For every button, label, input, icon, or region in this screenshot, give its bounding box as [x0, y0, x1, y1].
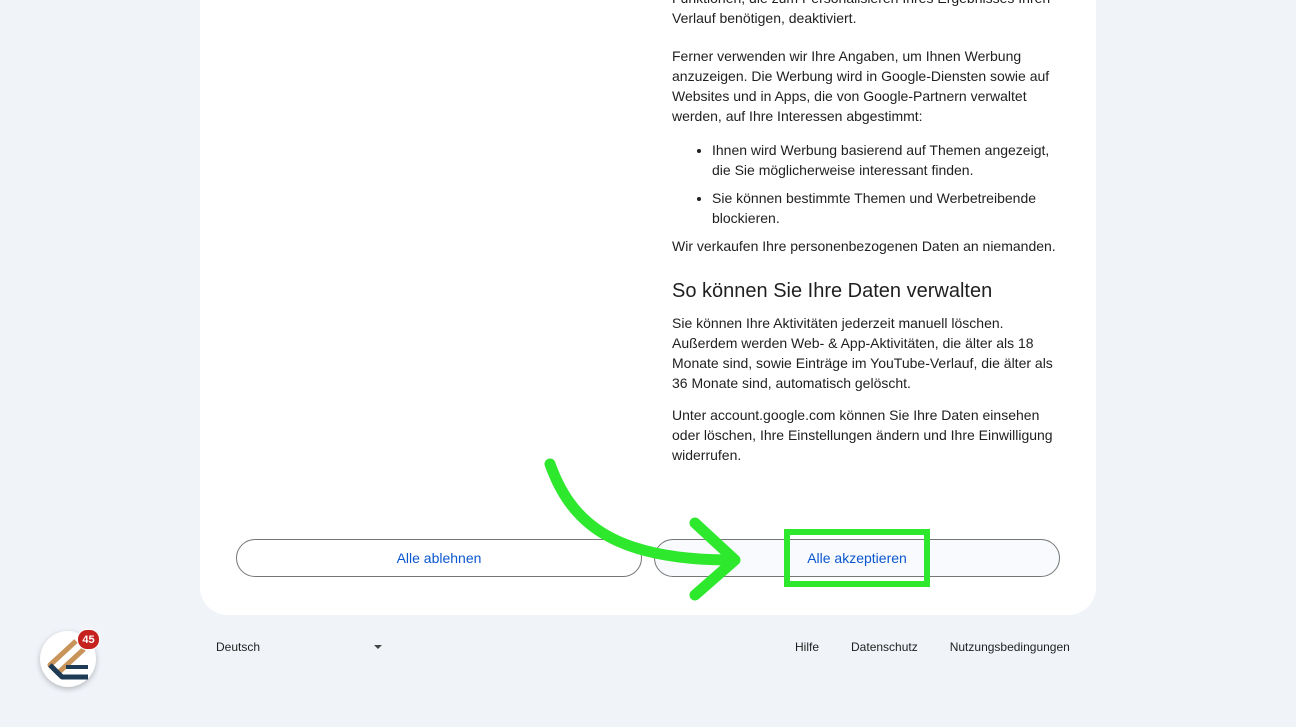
language-label: Deutsch: [216, 640, 261, 654]
notification-badge: 45: [77, 629, 100, 650]
ads-bullet-list: Ihnen wird Werbung basierend auf Themen …: [672, 140, 1064, 228]
bullet-item-topics: Ihnen wird Werbung basierend auf Themen …: [712, 140, 1064, 180]
footer-link-help[interactable]: Hilfe: [795, 637, 819, 657]
language-selector[interactable]: Deutsch: [216, 637, 384, 657]
heading-manage-data: So können Sie Ihre Daten verwalten: [672, 280, 993, 302]
paragraph-intro: Funktionen, die zum Personalisieren Ihre…: [672, 0, 1050, 26]
reject-all-button[interactable]: Alle ablehnen: [236, 539, 642, 577]
bullet-item-block: Sie können bestimmte Themen und Werbetre…: [712, 188, 1064, 228]
accept-all-button[interactable]: Alle akzeptieren: [654, 539, 1060, 577]
paragraph-ads: Ferner verwenden wir Ihre Angaben, um Ih…: [672, 48, 1050, 124]
paragraph-account: Unter account.google.com können Sie Ihre…: [672, 407, 1053, 463]
paragraph-sell: Wir verkaufen Ihre personenbezogenen Dat…: [672, 238, 1056, 254]
consent-content: Funktionen, die zum Personalisieren Ihre…: [672, 0, 1064, 465]
footer-link-terms[interactable]: Nutzungsbedingungen: [950, 637, 1070, 657]
footer-links: Hilfe Datenschutz Nutzungsbedingungen: [795, 637, 1070, 657]
chevron-down-icon: [374, 645, 382, 649]
paragraph-delete: Sie können Ihre Aktivitäten jederzeit ma…: [672, 315, 1053, 391]
footer-link-privacy[interactable]: Datenschutz: [851, 637, 918, 657]
